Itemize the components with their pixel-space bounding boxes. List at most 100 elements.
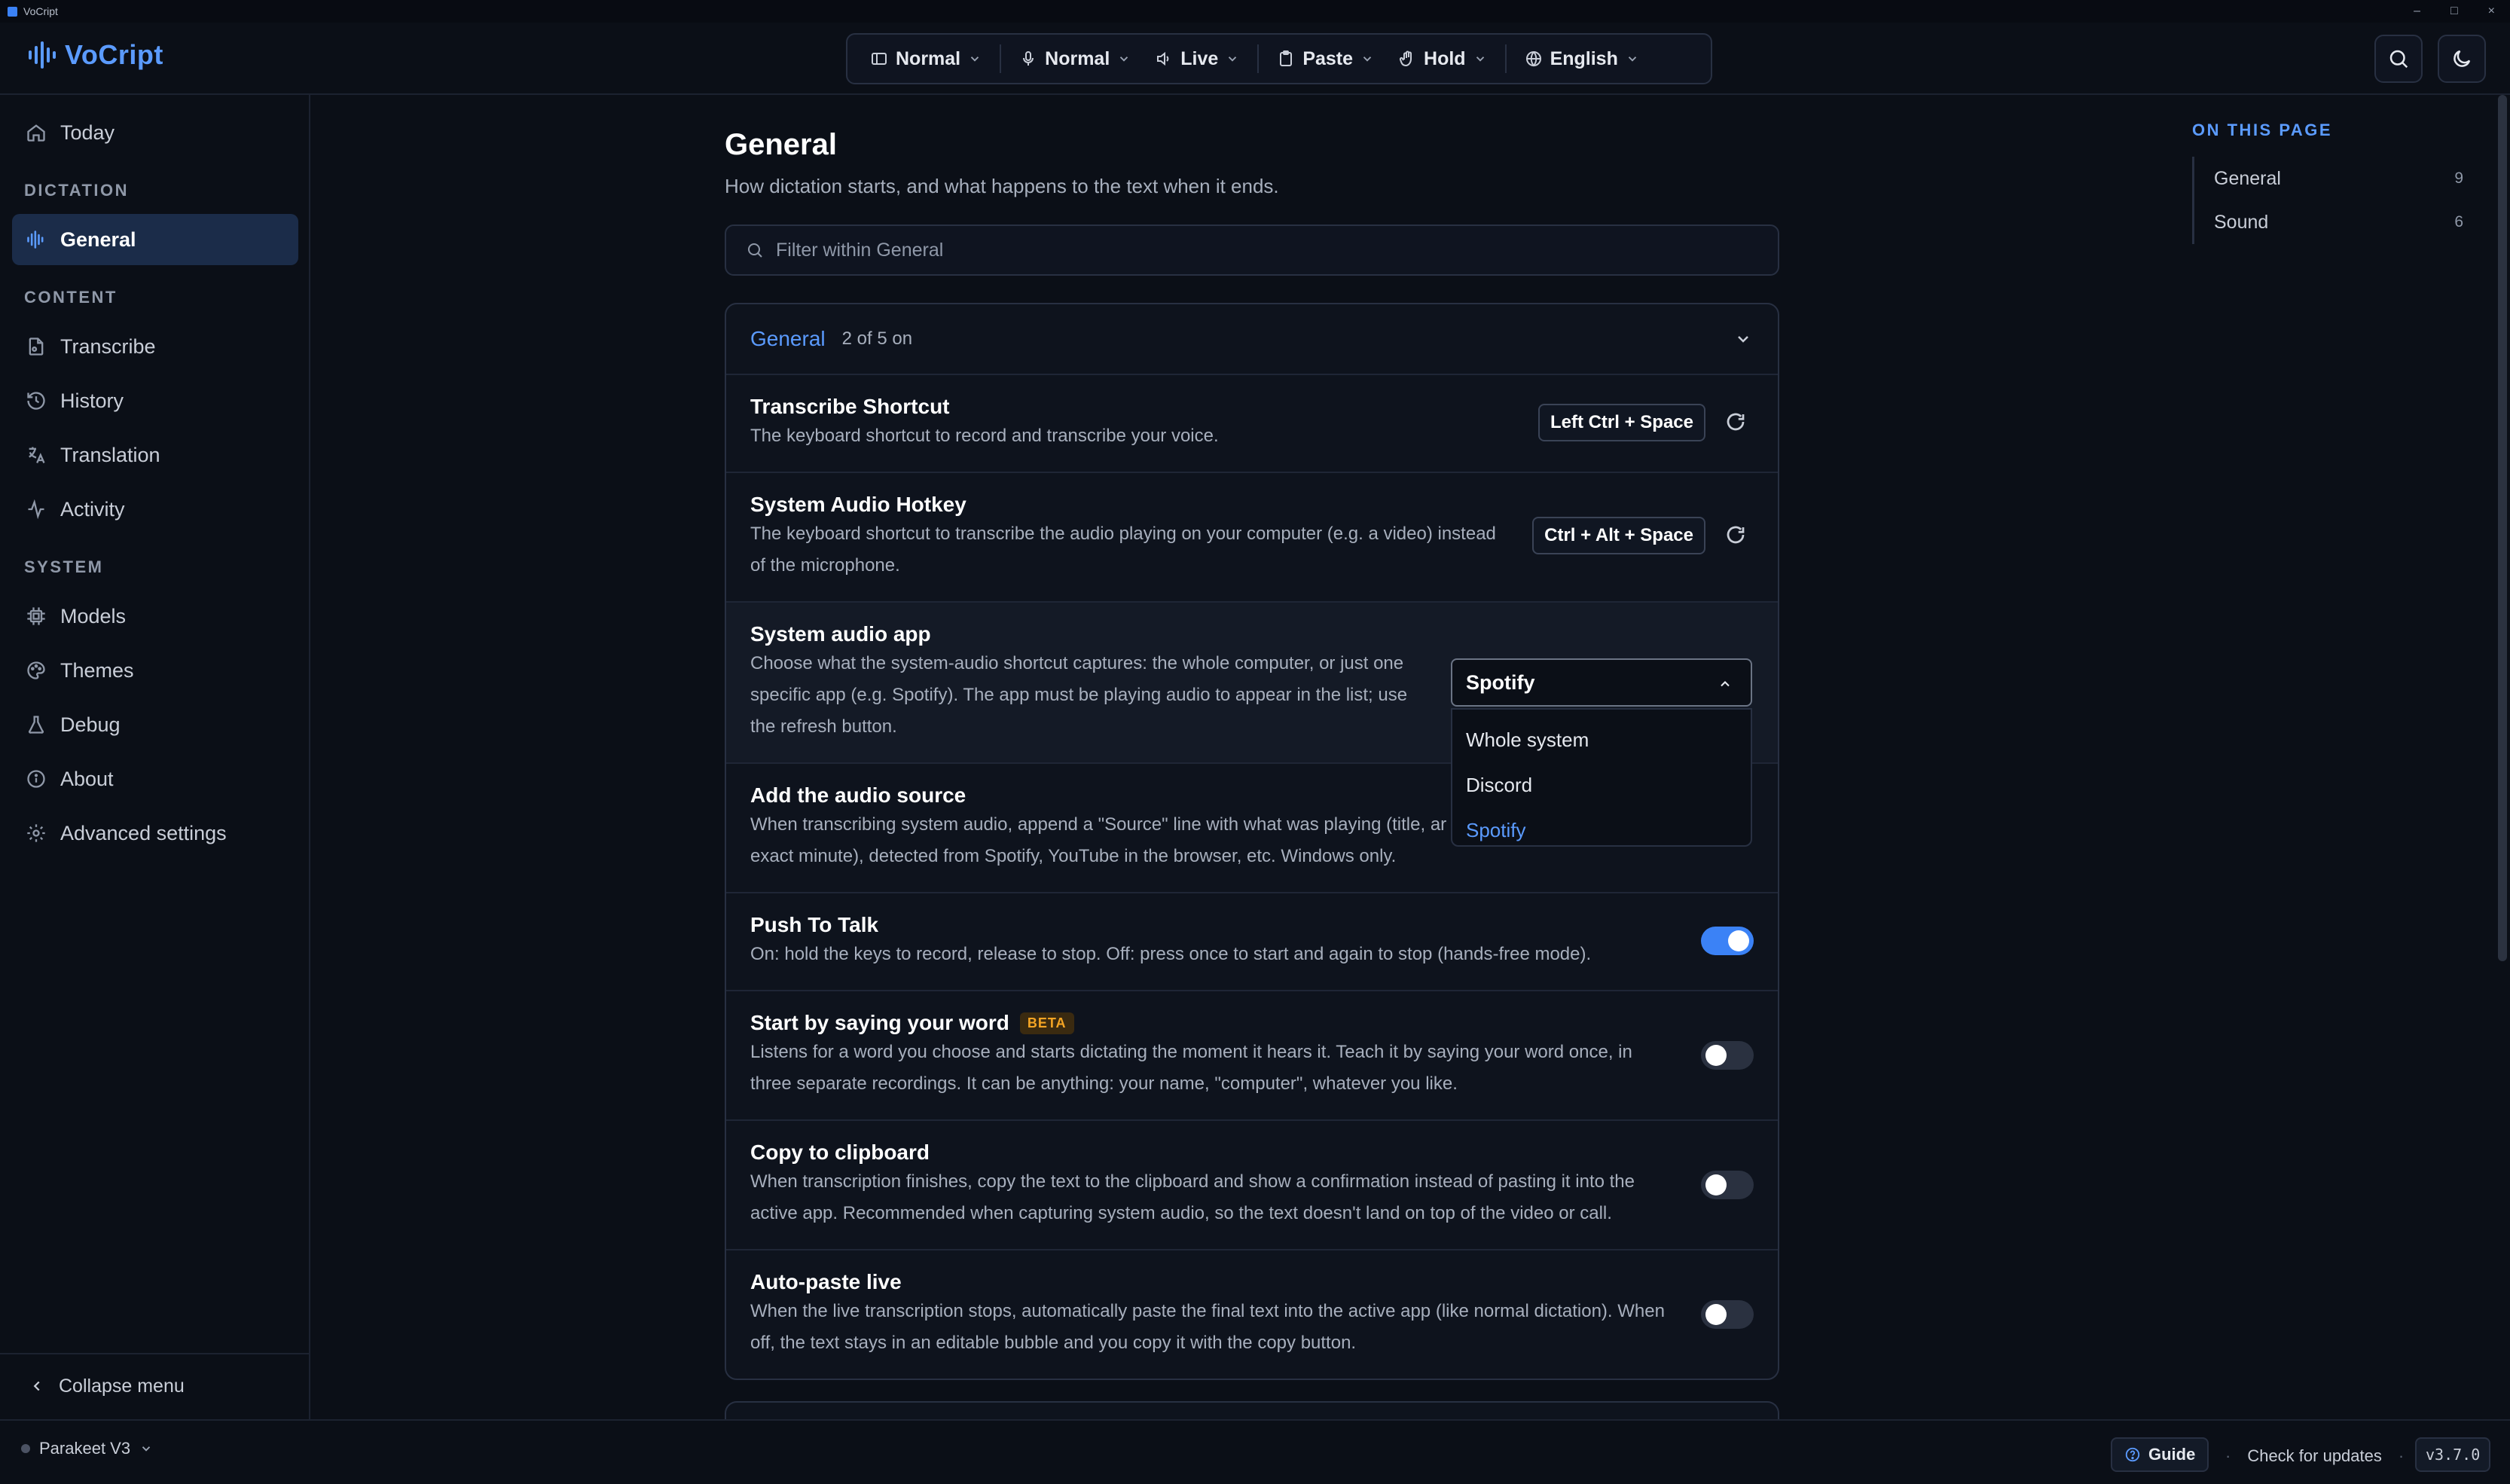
model-selector[interactable]: Parakeet V3: [21, 1439, 153, 1458]
toc-heading: ON THIS PAGE: [2192, 121, 2333, 139]
setting-description: Listens for a word you choose and starts…: [750, 1042, 1632, 1094]
system-audio-app-options: Whole system Discord Spotify: [1451, 708, 1752, 847]
model-status-dot: [21, 1444, 30, 1453]
sidebar-item-today[interactable]: Today: [12, 107, 298, 158]
app-logo[interactable]: VoCript: [27, 39, 163, 71]
option-whole-system[interactable]: Whole system: [1452, 717, 1751, 762]
wake-word-toggle[interactable]: [1701, 1041, 1754, 1070]
on-this-page: ON THIS PAGE General 9 Sound 6: [2192, 121, 2463, 244]
sidebar-item-label: Themes: [60, 658, 134, 682]
output-mode-dropdown[interactable]: Live: [1143, 40, 1251, 78]
paste-mode-label: Paste: [1302, 47, 1354, 69]
setting-row-copy-to-clipboard: Copy to clipboard When transcription fin…: [726, 1119, 1778, 1249]
help-icon: [2125, 1447, 2140, 1462]
output-mode-label: Live: [1180, 47, 1219, 69]
setting-title: System audio app: [750, 622, 931, 646]
shortcut-key-button[interactable]: Ctrl + Alt + Space: [1532, 517, 1705, 554]
panel-title: General: [750, 327, 826, 350]
collapse-menu-label: Collapse menu: [59, 1375, 185, 1397]
sidebar-item-general[interactable]: General: [12, 214, 298, 265]
window-title-bar: VoCript – □ ×: [0, 0, 2510, 23]
system-audio-app-select[interactable]: Spotify: [1451, 658, 1752, 707]
setting-description: When transcription finishes, copy the te…: [750, 1171, 1635, 1223]
search-button[interactable]: [2374, 35, 2423, 83]
shortcut-key-button[interactable]: Left Ctrl + Space: [1537, 404, 1705, 441]
update-area: · Check for updates ·: [2225, 1446, 2404, 1466]
option-spotify[interactable]: Spotify: [1452, 808, 1751, 853]
search-icon: [2389, 50, 2408, 69]
scrollbar-thumb[interactable]: [2498, 95, 2507, 961]
toc-list: General 9 Sound 6: [2192, 157, 2463, 244]
toc-item-general[interactable]: General 9: [2194, 157, 2463, 200]
globe-icon: [1525, 51, 1541, 67]
waveform-logo-icon: [29, 41, 56, 69]
chevron-up-icon: [1721, 681, 1730, 687]
collapse-menu-button[interactable]: Collapse menu: [0, 1353, 309, 1418]
reset-shortcut-button[interactable]: [1721, 520, 1751, 550]
chevron-down-icon: [970, 56, 979, 62]
reset-shortcut-button[interactable]: [1721, 407, 1751, 437]
panel-header[interactable]: General 2 of 5 on: [726, 304, 1778, 374]
option-discord[interactable]: Discord: [1452, 762, 1751, 808]
theme-toggle-button[interactable]: [2438, 35, 2486, 83]
sidebar-item-debug[interactable]: Debug: [12, 699, 298, 750]
microphone-mode-label: Normal: [1045, 47, 1110, 69]
guide-label: Guide: [2148, 1445, 2196, 1464]
push-to-talk-toggle[interactable]: [1701, 927, 1754, 955]
language-dropdown[interactable]: English: [1513, 40, 1651, 78]
sidebar-item-advanced-settings[interactable]: Advanced settings: [12, 808, 298, 859]
guide-button[interactable]: Guide: [2111, 1437, 2209, 1472]
maximize-button[interactable]: □: [2450, 5, 2458, 18]
sidebar-item-label: Models: [60, 604, 127, 627]
toggle-knob: [1705, 1045, 1727, 1066]
close-button[interactable]: ×: [2488, 5, 2495, 18]
setting-description: Choose what the system-audio shortcut ca…: [750, 653, 1408, 737]
setting-row-auto-paste-live: Auto-paste live When the live transcript…: [726, 1249, 1778, 1379]
translate-icon: [29, 447, 45, 463]
copy-to-clipboard-toggle[interactable]: [1701, 1171, 1754, 1199]
separator-dot: ·: [2398, 1446, 2405, 1465]
filter-input[interactable]: Filter within General: [725, 224, 1779, 276]
microphone-mode-dropdown[interactable]: Normal: [1007, 40, 1143, 78]
waveform-icon: [27, 231, 44, 249]
sidebar-item-transcribe[interactable]: Transcribe: [12, 321, 298, 372]
history-icon: [27, 392, 45, 410]
toggle-knob: [1728, 930, 1749, 951]
app-icon: [8, 6, 17, 17]
search-icon: [748, 243, 762, 258]
sidebar-section-content: CONTENT: [24, 288, 118, 307]
layout-mode-dropdown[interactable]: Normal: [858, 40, 994, 78]
check-for-updates-link[interactable]: Check for updates: [2247, 1446, 2382, 1466]
chevron-down-icon: [142, 1446, 151, 1452]
setting-description: On: hold the keys to record, release to …: [750, 944, 1592, 964]
toolbar-divider: [1000, 44, 1002, 73]
auto-paste-live-toggle[interactable]: [1701, 1300, 1754, 1329]
minimize-button[interactable]: –: [2414, 5, 2420, 18]
sidebar-item-themes[interactable]: Themes: [12, 645, 298, 696]
chevron-down-icon[interactable]: [1734, 330, 1752, 348]
hand-icon: [1400, 50, 1412, 67]
page-subtitle: How dictation starts, and what happens t…: [725, 175, 1279, 197]
activity-icon: [28, 499, 44, 520]
toc-item-sound[interactable]: Sound 6: [2194, 200, 2463, 244]
trigger-mode-dropdown[interactable]: Hold: [1386, 40, 1499, 78]
select-value: Spotify: [1466, 670, 1535, 694]
sidebar-item-translation[interactable]: Translation: [12, 429, 298, 481]
setting-title: System Audio Hotkey: [750, 493, 966, 516]
chevron-down-icon: [1363, 56, 1372, 62]
setting-description: When the live transcription stops, autom…: [750, 1301, 1665, 1353]
setting-title: Start by saying your word BETA: [750, 1011, 1754, 1035]
sidebar-item-activity[interactable]: Activity: [12, 484, 298, 535]
setting-title-text: Start by saying your word: [750, 1011, 1009, 1034]
clipboard-icon: [1280, 50, 1293, 66]
setting-row-transcribe-shortcut: Transcribe Shortcut The keyboard shortcu…: [726, 374, 1778, 472]
sidebar-item-models[interactable]: Models: [12, 591, 298, 642]
sidebar: Today DICTATION General CONTENT Transcri…: [0, 95, 310, 1419]
refresh-icon: [1727, 413, 1745, 431]
paste-mode-dropdown[interactable]: Paste: [1265, 40, 1386, 78]
sidebar-item-about[interactable]: About: [12, 753, 298, 805]
toolbar-divider: [1257, 44, 1260, 73]
sidebar-item-history[interactable]: History: [12, 375, 298, 426]
trigger-mode-label: Hold: [1424, 47, 1466, 69]
sidebar-item-label: Transcribe: [60, 334, 156, 358]
